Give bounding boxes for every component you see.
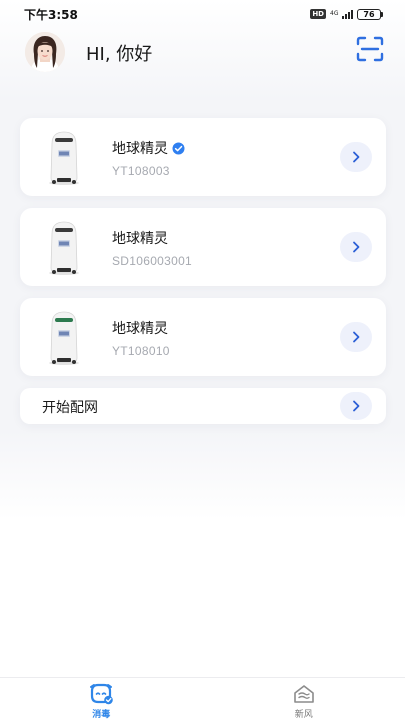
status-indicators: HD 4G 76: [310, 8, 383, 20]
chevron-right-icon: [353, 400, 360, 412]
tab-label: 消毒: [92, 710, 111, 720]
robot-device-icon: [49, 221, 79, 275]
disinfect-icon: [90, 683, 114, 705]
scan-button[interactable]: [355, 34, 385, 64]
device-card[interactable]: 地球精灵 YT108010: [20, 298, 386, 376]
device-detail-button[interactable]: [340, 322, 372, 352]
robot-device-icon: [49, 311, 79, 365]
battery-level: 76: [357, 8, 381, 20]
chevron-right-icon: [353, 241, 360, 253]
robot-device-icon: [49, 131, 79, 185]
avatar[interactable]: [25, 32, 65, 72]
start-network-setup-row[interactable]: 开始配网: [20, 388, 386, 424]
device-name: 地球精灵: [112, 231, 168, 247]
device-serial: SD106003001: [112, 254, 193, 268]
battery-icon: 76: [357, 8, 383, 20]
status-time: 下午3:58: [24, 7, 78, 22]
device-serial: YT108003: [112, 164, 170, 178]
verified-badge-icon: [172, 142, 185, 154]
chevron-right-icon: [353, 331, 360, 343]
user-avatar-icon: [25, 32, 65, 72]
chevron-right-icon: [353, 151, 360, 163]
header: HI, 你好: [0, 28, 405, 84]
hd-badge: HD: [310, 9, 326, 19]
network-setup-label: 开始配网: [42, 400, 98, 416]
scan-icon: [356, 36, 384, 62]
status-bar: 下午3:58 HD 4G 76: [0, 0, 405, 28]
device-card[interactable]: 地球精灵 SD106003001: [20, 208, 386, 286]
fresh-air-icon: [293, 685, 314, 703]
network-type: 4G: [330, 10, 339, 17]
network-setup-button[interactable]: [340, 392, 372, 420]
tab-disinfect[interactable]: 消毒: [0, 678, 203, 720]
greeting-text: HI, 你好: [86, 44, 153, 65]
signal-icon: [342, 9, 353, 19]
device-detail-button[interactable]: [340, 232, 372, 262]
device-detail-button[interactable]: [340, 142, 372, 172]
bottom-tab-bar: 消毒 新风: [0, 677, 405, 720]
device-card[interactable]: 地球精灵 YT108003: [20, 118, 386, 196]
device-name: 地球精灵: [112, 138, 185, 158]
tab-label: 新风: [294, 710, 313, 720]
device-name: 地球精灵: [112, 321, 168, 337]
tab-fresh-air[interactable]: 新风: [203, 678, 405, 720]
device-serial: YT108010: [112, 344, 170, 358]
